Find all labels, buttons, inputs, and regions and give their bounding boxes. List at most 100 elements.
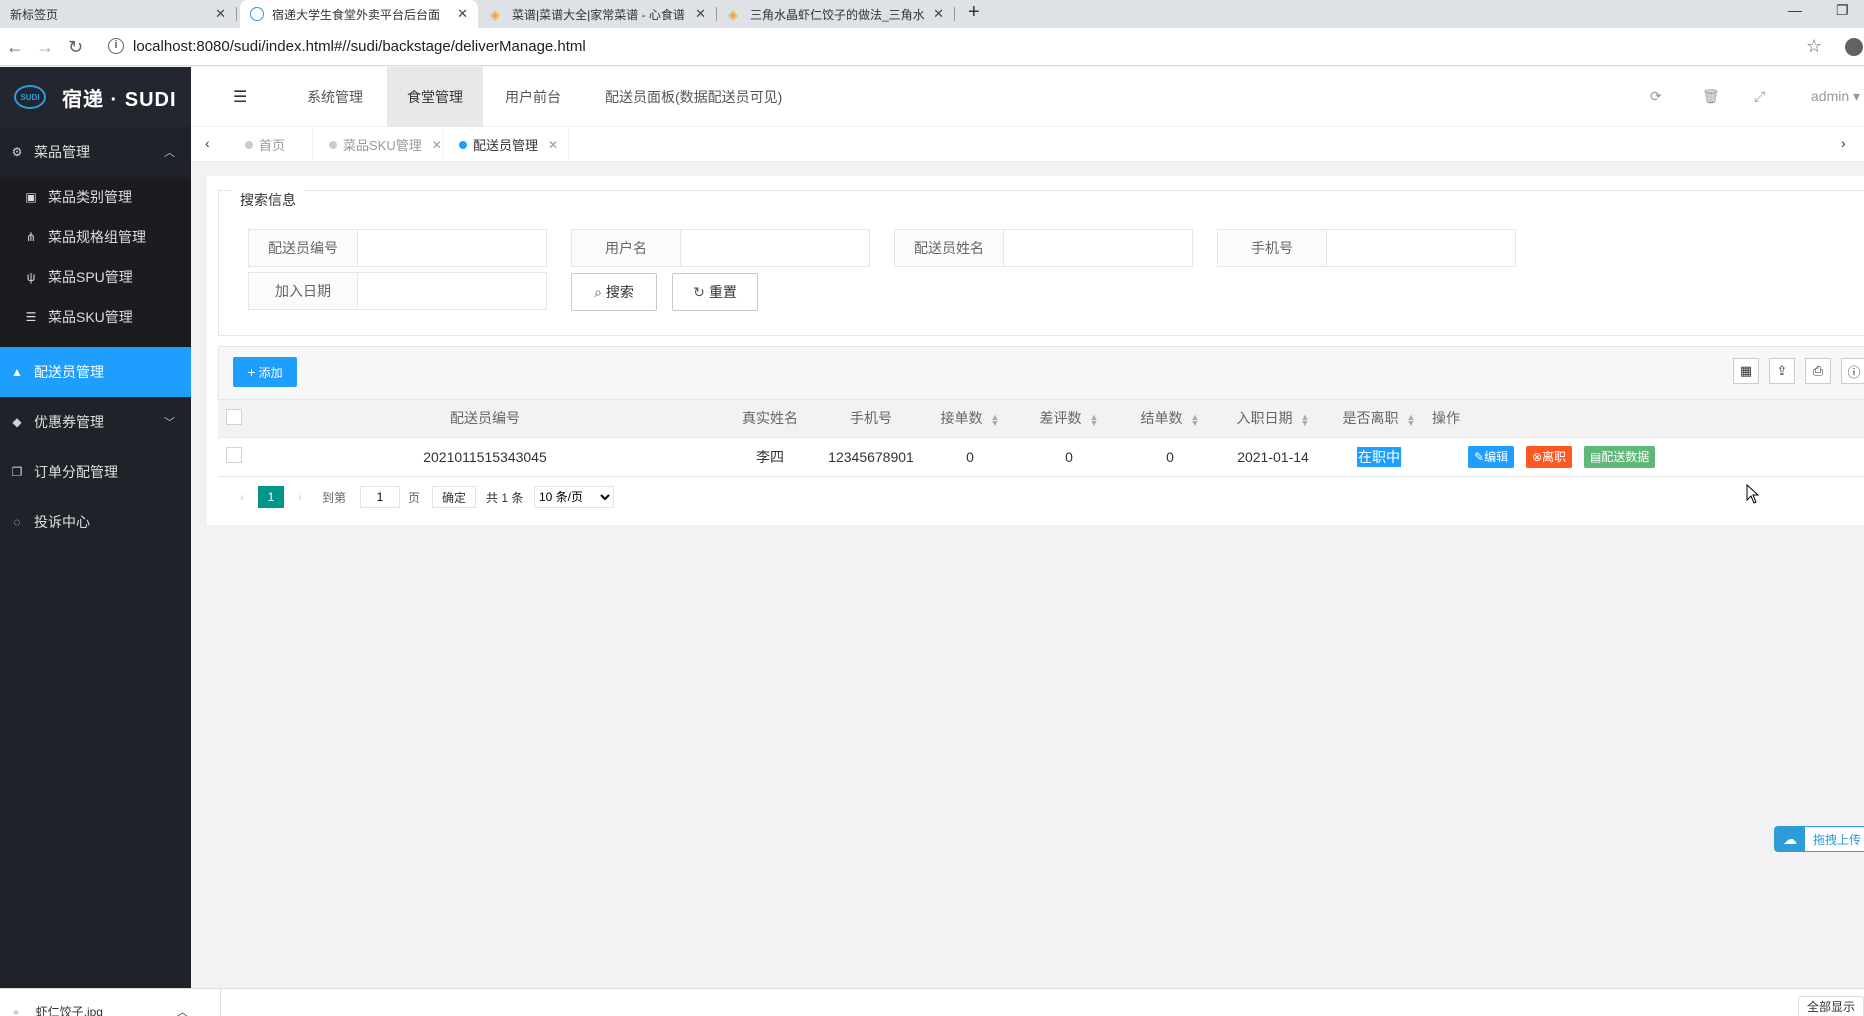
page-size-select[interactable]: 10 条/页 bbox=[534, 486, 614, 508]
close-icon[interactable]: ✕ bbox=[457, 6, 468, 22]
info-icon[interactable]: i bbox=[108, 38, 124, 54]
browser-tab[interactable]: ◈ 菜谱|菜谱大全|家常菜谱 - 心食谱 ✕ bbox=[480, 0, 717, 28]
browser-tab[interactable]: ◈ 三角水晶虾仁饺子的做法_三角水 ✕ bbox=[718, 0, 955, 28]
reload-icon[interactable]: ↻ bbox=[68, 37, 83, 58]
export-icon[interactable]: ⇪ bbox=[1769, 358, 1795, 384]
search-icon: ⌕ bbox=[594, 283, 602, 300]
goto-confirm-button[interactable]: 确定 bbox=[432, 486, 476, 508]
nav-deliver-panel[interactable]: 配送员面板(数据配送员可见) bbox=[585, 67, 802, 127]
columns-filter-icon[interactable]: ▦ bbox=[1733, 358, 1759, 384]
edit-button[interactable]: ✎编辑 bbox=[1468, 445, 1515, 468]
back-icon[interactable]: ← bbox=[6, 37, 24, 58]
restore-icon[interactable]: ❐ bbox=[1836, 2, 1849, 19]
resign-button[interactable]: ⊗离职 bbox=[1525, 445, 1573, 468]
refresh-icon[interactable]: ⟳ bbox=[1650, 88, 1662, 105]
close-icon[interactable]: ✕ bbox=[432, 138, 442, 152]
recipe-favicon-icon: ◈ bbox=[728, 7, 738, 22]
close-icon[interactable]: ✕ bbox=[695, 6, 706, 22]
nav-canteen[interactable]: 食堂管理 bbox=[387, 67, 483, 127]
next-page-icon[interactable]: › bbox=[292, 486, 308, 508]
forward-icon[interactable]: → bbox=[36, 37, 54, 58]
col-join-date[interactable]: 入职日期 ▲ ▼ bbox=[1220, 400, 1326, 438]
pencil-icon: ✎ bbox=[1474, 449, 1485, 464]
mouse-cursor-icon bbox=[1746, 484, 1760, 504]
download-item[interactable]: ▫ 虾仁饺子.jpg ︿ bbox=[14, 1003, 188, 1016]
reset-button[interactable]: ↻ 重置 bbox=[672, 273, 758, 311]
fullscreen-icon[interactable]: ⤢ bbox=[1754, 88, 1765, 105]
info-circle-icon[interactable]: ⓘ bbox=[1841, 358, 1864, 384]
chevron-left-icon[interactable]: ‹ bbox=[205, 135, 210, 151]
sort-icon[interactable]: ▲ ▼ bbox=[1090, 412, 1099, 427]
close-icon[interactable]: ✕ bbox=[548, 138, 558, 152]
row-checkbox[interactable] bbox=[226, 447, 242, 463]
new-tab-icon[interactable]: + bbox=[968, 1, 980, 24]
prev-page-icon[interactable]: ‹ bbox=[234, 486, 250, 508]
sort-icon[interactable]: ▲ ▼ bbox=[1407, 412, 1416, 427]
phone-field: 手机号 bbox=[1217, 229, 1516, 267]
goto-page-input[interactable] bbox=[360, 486, 400, 508]
sidebar-item-order-allocation[interactable]: ❐ 订单分配管理 bbox=[0, 447, 191, 497]
nav-user-front[interactable]: 用户前台 bbox=[485, 67, 581, 127]
col-bad-reviews[interactable]: 差评数 ▲ ▼ bbox=[1018, 400, 1120, 438]
col-status[interactable]: 是否离职 ▲ ▼ bbox=[1326, 400, 1432, 438]
sidebar-subitem-dish-category[interactable]: ▣ 菜品类别管理 bbox=[0, 177, 191, 217]
deliver-id-input[interactable] bbox=[358, 230, 546, 266]
sidebar-subitem-dish-sku[interactable]: ☰ 菜品SKU管理 bbox=[0, 297, 191, 337]
show-all-downloads-button[interactable]: 全部显示 bbox=[1798, 996, 1864, 1016]
refresh-icon: ↻ bbox=[693, 283, 705, 300]
drag-upload-widget[interactable]: ☁ 拖拽上传 bbox=[1774, 826, 1864, 852]
url-field[interactable]: localhost:8080/sudi/index.html#//sudi/ba… bbox=[133, 38, 586, 55]
sidebar-item-dish-management[interactable]: ⚙ 菜品管理 ︿ bbox=[0, 127, 191, 177]
trash-icon[interactable]: 🗑 bbox=[1702, 88, 1720, 105]
report-icon: ▤ bbox=[1589, 449, 1602, 464]
delivery-data-button[interactable]: ▤配送数据 bbox=[1583, 445, 1656, 468]
nav-system[interactable]: 系统管理 bbox=[287, 67, 383, 127]
cell-deliver-id: 2021011515343045 bbox=[250, 437, 720, 477]
sidebar-subitem-dish-spec-group[interactable]: ⋔ 菜品规格组管理 bbox=[0, 217, 191, 257]
page-1[interactable]: 1 bbox=[258, 486, 284, 508]
sidebar-item-deliver-management[interactable]: ▲ 配送员管理 bbox=[0, 347, 191, 397]
address-bar: ← → ↻ i localhost:8080/sudi/index.html#/… bbox=[0, 28, 1864, 66]
account-icon[interactable] bbox=[1845, 38, 1863, 56]
browser-tab[interactable]: 新标签页 ✕ bbox=[0, 0, 237, 28]
bookmark-star-icon[interactable]: ☆ bbox=[1806, 36, 1822, 57]
user-menu[interactable]: admin ▾ bbox=[1811, 88, 1860, 105]
select-all-checkbox[interactable] bbox=[226, 408, 242, 425]
sitemap-icon: ⋔ bbox=[25, 230, 37, 244]
join-date-input[interactable] bbox=[358, 273, 546, 309]
app-header: ☰ 系统管理 食堂管理 用户前台 配送员面板(数据配送员可见) ⟳ 🗑 ⤢ ad… bbox=[191, 67, 1864, 127]
logo-text: 宿递 · SUDI bbox=[62, 88, 177, 111]
phone-input[interactable] bbox=[1327, 230, 1515, 266]
sort-icon[interactable]: ▲ ▼ bbox=[1191, 412, 1200, 427]
tab-home[interactable]: 首页 bbox=[223, 127, 313, 162]
sort-icon[interactable]: ▲ ▼ bbox=[991, 412, 1000, 427]
chevron-up-icon[interactable]: ︿ bbox=[176, 1005, 188, 1016]
sidebar-item-coupon-management[interactable]: ◆ 优惠券管理 ﹀ bbox=[0, 397, 191, 447]
browser-tab-active[interactable]: 宿递大学生食堂外卖平台后台面 ✕ bbox=[240, 0, 478, 28]
col-accepted[interactable]: 接单数 ▲ ▼ bbox=[922, 400, 1018, 438]
downloads-bar: ▫ 虾仁饺子.jpg ︿ 全部显示 bbox=[0, 988, 1864, 1016]
sidebar-item-complaint-center[interactable]: ◌ 投诉中心 bbox=[0, 497, 191, 547]
clipboard-icon: ❐ bbox=[11, 465, 23, 479]
table-header-row: 配送员编号 真实姓名 手机号 接单数 ▲ ▼ 差评数 ▲ ▼ 结单数 ▲ ▼ 入职日期 ▲ ▼ … bbox=[218, 400, 1864, 438]
tab-sku[interactable]: 菜品SKU管理 ✕ bbox=[313, 127, 443, 162]
deliver-name-field: 配送员姓名 bbox=[894, 229, 1193, 267]
chevron-right-icon[interactable]: › bbox=[1841, 135, 1846, 151]
close-icon[interactable]: ✕ bbox=[933, 6, 944, 22]
stop-circle-icon: ⊗ bbox=[1531, 449, 1543, 464]
menu-toggle-icon[interactable]: ☰ bbox=[233, 87, 247, 107]
search-button[interactable]: ⌕ 搜索 bbox=[571, 273, 657, 311]
col-completed[interactable]: 结单数 ▲ ▼ bbox=[1120, 400, 1220, 438]
deliver-name-input[interactable] bbox=[1004, 230, 1192, 266]
minimize-icon[interactable]: — bbox=[1788, 2, 1802, 18]
username-input[interactable] bbox=[681, 230, 869, 266]
sidebar-subitem-dish-spu[interactable]: ψ 菜品SPU管理 bbox=[0, 257, 191, 297]
sort-icon[interactable]: ▲ ▼ bbox=[1301, 412, 1310, 427]
chat-icon: ◌ bbox=[13, 515, 21, 529]
close-icon[interactable]: ✕ bbox=[215, 6, 226, 22]
tab-deliver[interactable]: 配送员管理 ✕ bbox=[443, 127, 569, 162]
pagination: ‹ 1 › 到第 页 确定 共 1 条 10 条/页 bbox=[218, 478, 1864, 516]
print-icon[interactable]: ⎙ bbox=[1805, 358, 1831, 384]
add-button[interactable]: + 添加 bbox=[233, 357, 297, 387]
col-actions: 操作 bbox=[1432, 400, 1864, 438]
